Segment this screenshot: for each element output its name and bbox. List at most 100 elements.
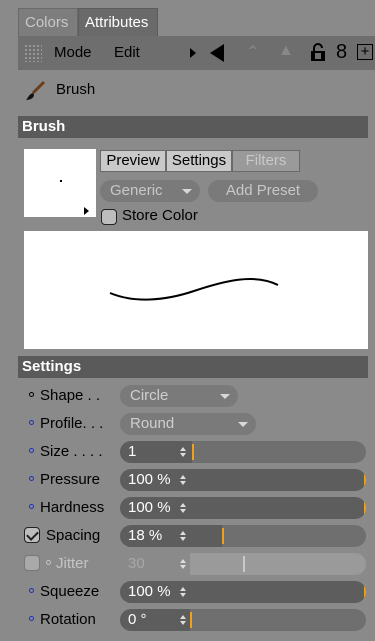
hardness-value: 100 % [128, 499, 171, 516]
menu-edit[interactable]: Edit [114, 36, 140, 70]
lock-icon[interactable] [310, 42, 326, 62]
param-dot-icon [46, 560, 51, 565]
stroke-preview-canvas [24, 231, 368, 349]
profile-label: Profile. . . [40, 415, 104, 432]
rotation-slider[interactable] [190, 609, 366, 631]
jitter-slider[interactable] [190, 553, 366, 575]
pressure-slider[interactable] [190, 469, 366, 491]
new-panel-icon[interactable]: 8 [336, 41, 347, 63]
size-label: Size . . . . [40, 443, 103, 460]
squeeze-input[interactable]: 100 % [120, 581, 190, 603]
slider-fill [190, 497, 364, 519]
profile-combo[interactable]: Round [120, 413, 256, 435]
up-arrow-icon: ⌃ [246, 44, 260, 61]
hardness-row: Hardness 100 % [18, 494, 375, 522]
store-color-checkbox[interactable] [101, 209, 117, 225]
spacing-slider[interactable] [190, 525, 366, 547]
jitter-value: 30 [128, 555, 145, 572]
spacing-checkbox[interactable] [24, 527, 40, 543]
jitter-row: Jitter 30 [18, 550, 375, 578]
expand-icon[interactable]: + [357, 44, 373, 60]
pressure-value: 100 % [128, 471, 171, 488]
spacing-value: 18 % [128, 527, 163, 544]
slider-fill [190, 469, 364, 491]
profile-combo-value: Round [130, 415, 175, 432]
slider-handle[interactable] [364, 472, 366, 488]
shape-label: Shape . . [40, 387, 101, 404]
shape-combo[interactable]: Circle [120, 385, 238, 407]
add-preset-button[interactable]: Add Preset [208, 180, 318, 202]
preset-combo[interactable]: Generic [100, 180, 200, 202]
jitter-input[interactable]: 30 [120, 553, 190, 575]
squeeze-row: Squeeze 100 % [18, 578, 375, 606]
jitter-checkbox[interactable] [24, 555, 40, 571]
spinner-arrows-icon[interactable] [180, 615, 186, 625]
rotation-row: Rotation 0 ° [18, 606, 375, 634]
squeeze-slider[interactable] [190, 581, 366, 603]
chevron-down-icon [238, 422, 248, 427]
spinner-arrows-icon[interactable] [180, 559, 186, 569]
tab-preview[interactable]: Preview [100, 150, 166, 172]
hardness-input[interactable]: 100 % [120, 497, 190, 519]
slider-handle[interactable] [364, 500, 366, 516]
tab-settings[interactable]: Settings [166, 150, 232, 172]
slider-handle[interactable] [364, 584, 366, 600]
param-dot-icon [29, 392, 34, 397]
spacing-label: Spacing [46, 527, 101, 544]
param-dot-icon [29, 616, 34, 621]
brush-icon [26, 80, 46, 100]
param-dot-icon [29, 420, 34, 425]
tab-colors[interactable]: Colors [18, 8, 78, 36]
pressure-row: Pressure 100 % [18, 466, 375, 494]
spacing-input[interactable]: 18 % [120, 525, 190, 547]
slider-handle[interactable] [190, 612, 192, 628]
rotation-label: Rotation [40, 611, 96, 628]
toolbar: Mode Edit ⌃ ▲ 8 + [18, 36, 375, 70]
spinner-arrows-icon[interactable] [180, 475, 186, 485]
slider-fill [190, 525, 222, 547]
shape-combo-value: Circle [130, 387, 169, 404]
pressure-input[interactable]: 100 % [120, 469, 190, 491]
slider-handle[interactable] [222, 528, 224, 544]
tab-attributes[interactable]: Attributes [78, 8, 158, 36]
spinner-arrows-icon[interactable] [180, 531, 186, 541]
rotation-input[interactable]: 0 ° [120, 609, 190, 631]
squeeze-label: Squeeze [40, 583, 100, 600]
store-color-label: Store Color [122, 207, 198, 224]
object-row: Brush [18, 70, 375, 110]
rotation-value: 0 ° [128, 611, 147, 628]
param-dot-icon [29, 588, 34, 593]
size-row: Size . . . . 1 [18, 438, 375, 466]
object-name: Brush [56, 81, 96, 98]
spinner-arrows-icon[interactable] [180, 503, 186, 513]
thumbnail-menu-arrow-icon[interactable] [84, 207, 89, 215]
grip-handle-icon[interactable] [24, 44, 42, 62]
home-icon: ▲ [278, 42, 294, 59]
back-arrow-icon[interactable] [210, 44, 224, 62]
preset-combo-value: Generic [110, 182, 163, 199]
settings-section-header: Settings [18, 356, 368, 378]
spinner-arrows-icon[interactable] [180, 447, 186, 457]
jitter-label: Jitter [56, 555, 89, 572]
pressure-label: Pressure [40, 471, 101, 488]
spinner-arrows-icon[interactable] [180, 587, 186, 597]
shape-row: Shape . . Circle [18, 382, 375, 410]
brush-dot [60, 180, 62, 182]
size-input[interactable]: 1 [120, 441, 190, 463]
param-dot-icon [29, 448, 34, 453]
size-value: 1 [128, 443, 137, 460]
slider-handle[interactable] [243, 556, 245, 572]
menu-mode[interactable]: Mode [54, 36, 92, 70]
forward-arrow-icon[interactable] [190, 48, 196, 58]
hardness-label: Hardness [40, 499, 105, 516]
chevron-down-icon [220, 394, 230, 399]
param-dot-icon [29, 504, 34, 509]
brush-section-header: Brush [18, 116, 368, 138]
hardness-slider[interactable] [190, 497, 366, 519]
slider-fill [190, 581, 364, 603]
spacing-row: Spacing 18 % [18, 522, 375, 550]
slider-handle[interactable] [192, 444, 194, 460]
param-dot-icon [29, 476, 34, 481]
size-slider[interactable] [190, 441, 366, 463]
tab-filters[interactable]: Filters [232, 150, 300, 172]
